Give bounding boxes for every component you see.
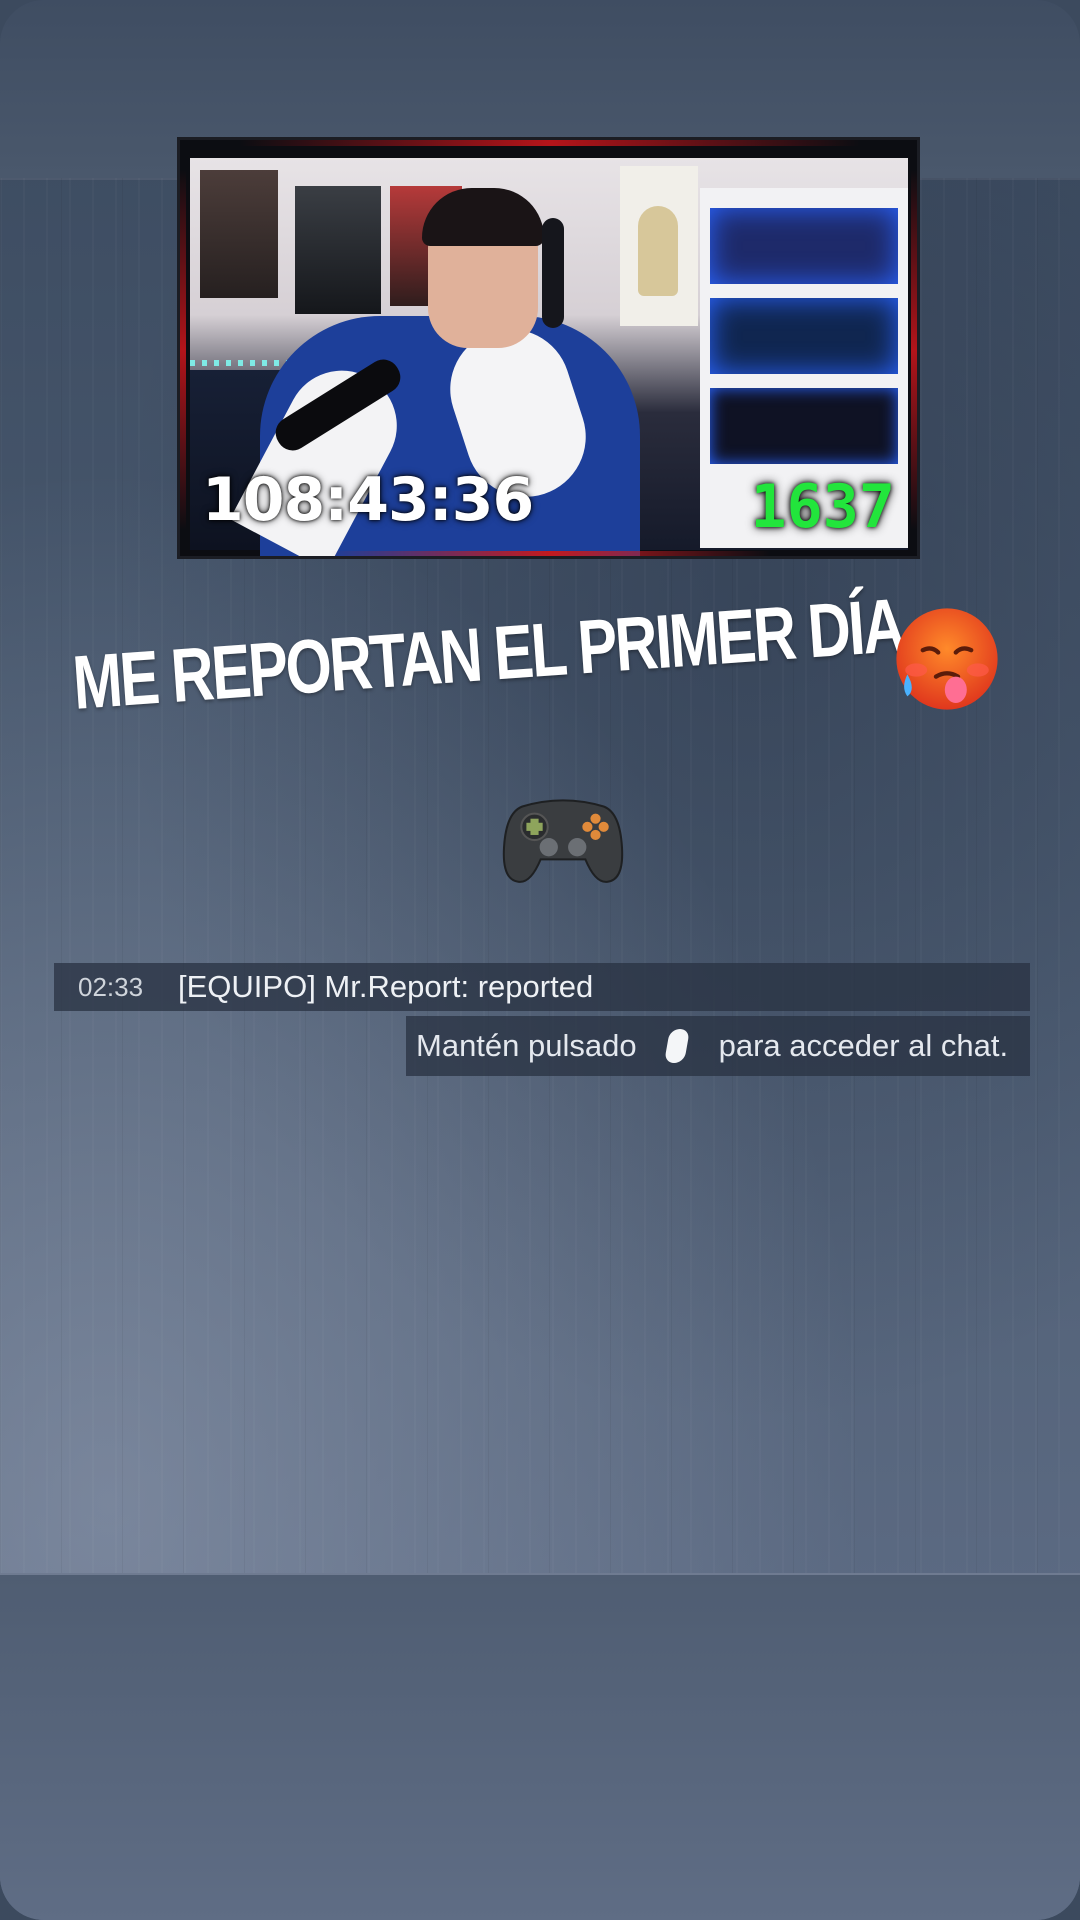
drawing-figure [638, 206, 678, 296]
viewer-counter: 1637 [750, 472, 896, 542]
wall-drawing [620, 166, 698, 326]
stream-timer: 108:43:36 [202, 465, 534, 535]
hot-face-emoji [896, 608, 998, 710]
overlay-frame-left [180, 170, 186, 530]
chat-hint-after: para acceder al chat. [718, 1028, 1009, 1063]
shelf-cubby [710, 208, 898, 284]
story-frame: 108:43:36 1637 ME REPORTAN EL PRIMER DÍA [0, 0, 1080, 1920]
overlay-frame-right [911, 170, 917, 530]
overlay-frame-bottom [330, 551, 770, 556]
chat-hint-before: Mantén pulsado [416, 1028, 637, 1063]
wall-poster [295, 186, 381, 314]
right-stick-icon [663, 1029, 690, 1063]
shelf-cubby [710, 388, 898, 464]
chat-message-row: 02:33 [EQUIPO] Mr.Report: reported [54, 963, 1030, 1011]
chat-hint: Mantén pulsado para acceder al chat. [406, 1016, 1030, 1076]
stream-clip[interactable]: 108:43:36 1637 [177, 137, 920, 559]
wall-poster [200, 170, 278, 298]
shelf-cubby [710, 298, 898, 374]
video-game-controller-emoji [502, 799, 624, 883]
headset [542, 218, 564, 328]
chat-message: [EQUIPO] Mr.Report: reported [178, 969, 594, 1004]
bottom-band [0, 1573, 1080, 1920]
chat-timestamp: 02:33 [78, 971, 144, 1002]
overlay-frame-top [240, 140, 860, 146]
